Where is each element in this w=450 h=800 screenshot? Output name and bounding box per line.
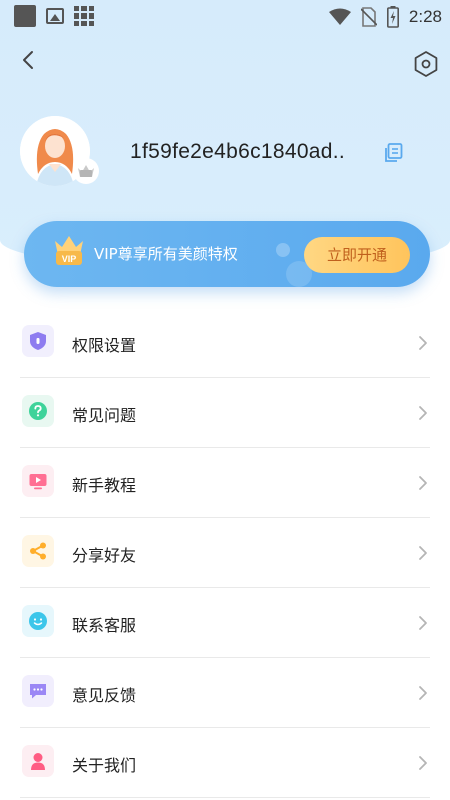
menu-icon-box [22, 535, 54, 567]
play-icon [29, 474, 47, 490]
vip-crown-icon: VIP [55, 236, 83, 265]
menu-label: 常见问题 [72, 406, 137, 425]
menu-item-faq[interactable]: 常见问题 [20, 378, 430, 448]
chevron-right-icon [419, 546, 427, 560]
back-button[interactable] [16, 46, 42, 74]
menu-icon-box [22, 605, 54, 637]
settings-button[interactable] [412, 50, 440, 78]
copy-id-button[interactable] [382, 142, 404, 164]
share-icon [30, 542, 46, 560]
menu-icon-box [22, 395, 54, 427]
menu-icon-box [22, 465, 54, 497]
chevron-right-icon [419, 476, 427, 490]
chevron-right-icon [419, 756, 427, 770]
settings-menu: 权限设置 常见问题 新手教程 分享好友 联系客服 意见反馈 关于我们 [20, 308, 430, 798]
menu-label: 联系客服 [72, 616, 137, 635]
battery-charging-icon [386, 6, 399, 28]
user-id: 1f59fe2e4b6c1840ad.. [130, 140, 346, 163]
menu-label: 新手教程 [72, 476, 137, 495]
menu-label: 分享好友 [72, 546, 137, 565]
chevron-right-icon [419, 616, 427, 630]
question-icon [29, 402, 47, 420]
person-icon [31, 753, 45, 770]
menu-icon-box [22, 745, 54, 777]
menu-item-customer-service[interactable]: 联系客服 [20, 588, 430, 658]
menu-item-tutorial[interactable]: 新手教程 [20, 448, 430, 518]
image-icon [46, 8, 64, 24]
smile-icon [29, 612, 47, 630]
hexagon-settings-icon [414, 51, 438, 77]
chat-icon [30, 684, 46, 699]
vip-promo-text: VIP尊享所有美颜特权 [94, 245, 238, 263]
chevron-right-icon [419, 336, 427, 350]
status-bar: 2:28 [0, 0, 450, 34]
vip-banner[interactable]: VIP VIP尊享所有美颜特权 立即开通 [24, 221, 430, 287]
crown-badge [73, 158, 99, 184]
vip-open-button[interactable]: 立即开通 [304, 237, 410, 273]
menu-label: 权限设置 [72, 336, 137, 355]
app-square-icon [14, 5, 36, 27]
copy-icon [385, 143, 403, 162]
menu-icon-box [22, 675, 54, 707]
vip-badge-text: VIP [62, 254, 77, 264]
menu-label: 意见反馈 [72, 686, 137, 705]
wifi-icon [328, 8, 351, 25]
shield-icon [30, 332, 46, 350]
status-time: 2:28 [408, 7, 442, 26]
menu-item-feedback[interactable]: 意见反馈 [20, 658, 430, 728]
decor-bubble [276, 243, 290, 257]
chevron-right-icon [419, 406, 427, 420]
menu-item-share[interactable]: 分享好友 [20, 518, 430, 588]
grid-icon [74, 6, 94, 26]
chevron-right-icon [419, 686, 427, 700]
crown-badge-icon [78, 165, 94, 177]
menu-label: 关于我们 [72, 756, 137, 775]
chevron-left-icon [23, 51, 33, 69]
menu-item-about[interactable]: 关于我们 [20, 728, 430, 798]
no-sim-icon [360, 7, 377, 27]
menu-item-permissions[interactable]: 权限设置 [20, 308, 430, 378]
menu-icon-box [22, 325, 54, 357]
